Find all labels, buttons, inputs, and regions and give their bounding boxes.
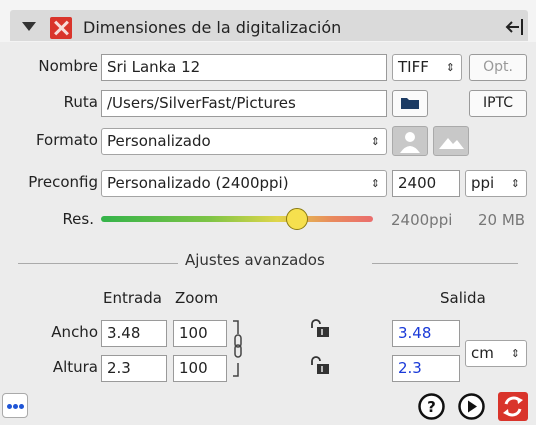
disclosure-triangle-icon[interactable] (22, 22, 36, 31)
formato-select[interactable]: Personalizado ⇕ (101, 128, 387, 155)
output-unit-value: cm (471, 344, 494, 362)
altura-salida-input[interactable]: 2.3 (392, 355, 460, 382)
preconfig-value: Personalizado (2400ppi) (107, 174, 289, 192)
preconfig-select[interactable]: Personalizado (2400ppi) ⇕ (101, 170, 387, 197)
person-icon (400, 132, 420, 153)
options-button[interactable]: Opt. (469, 54, 527, 81)
resolution-input[interactable]: 2400 (392, 170, 460, 197)
updown-arrows-icon: ⇕ (510, 347, 520, 360)
file-size-readout: 20 MB (478, 211, 526, 229)
close-panel-icon[interactable] (50, 17, 72, 39)
ruta-label: Ruta (63, 93, 98, 111)
ancho-zoom-input[interactable]: 100 (173, 320, 227, 347)
resolution-slider-knob[interactable] (285, 208, 308, 230)
svg-text:?: ? (427, 398, 436, 416)
formato-label: Formato (35, 131, 98, 149)
dot-icon (19, 404, 24, 409)
resolution-readout: 2400ppi (391, 211, 453, 229)
file-format-value: TIFF (398, 58, 429, 76)
resolution-slider-track[interactable] (101, 216, 373, 222)
advanced-settings-label[interactable]: Ajustes avanzados (185, 251, 325, 269)
more-options-button[interactable] (2, 393, 28, 418)
panel-title: Dimensiones de la digitalización (83, 18, 342, 37)
browse-folder-button[interactable] (392, 90, 428, 117)
altura-label: Altura (52, 358, 98, 376)
help-icon[interactable]: ? (418, 393, 445, 420)
nombre-input[interactable]: Sri Lanka 12 (101, 54, 387, 81)
nombre-label: Nombre (38, 57, 98, 75)
reset-icon[interactable] (498, 392, 528, 421)
formato-value: Personalizado (107, 132, 211, 150)
ancho-entrada-input[interactable]: 3.48 (101, 320, 167, 347)
res-label: Res. (62, 210, 94, 228)
chain-link-icon[interactable] (231, 318, 247, 380)
divider-left (18, 263, 178, 264)
unlocked-padlock-icon[interactable] (309, 356, 331, 376)
updown-arrows-icon: ⇕ (370, 177, 380, 190)
zoom-header: Zoom (175, 289, 219, 307)
resolution-unit-value: ppi (471, 174, 495, 192)
altura-zoom-input[interactable]: 100 (173, 355, 227, 382)
iptc-button[interactable]: IPTC (469, 90, 527, 117)
ruta-input[interactable]: /Users/SilverFast/Pictures (101, 90, 387, 117)
dot-icon (7, 404, 12, 409)
updown-arrows-icon: ⇕ (510, 177, 520, 190)
dot-icon (13, 404, 18, 409)
output-unit-select[interactable]: cm ⇕ (465, 340, 527, 367)
entrada-header: Entrada (103, 289, 162, 307)
preconfig-label: Preconfig (28, 173, 98, 191)
ancho-label: Ancho (51, 323, 98, 341)
resolution-unit-select[interactable]: ppi ⇕ (465, 170, 527, 197)
play-icon[interactable] (458, 393, 485, 420)
folder-icon (401, 98, 419, 109)
altura-entrada-input[interactable]: 2.3 (101, 355, 167, 382)
collapse-arrow-icon[interactable] (504, 17, 526, 37)
ancho-salida-input[interactable]: 3.48 (392, 320, 460, 347)
divider-right (372, 263, 518, 264)
unlocked-padlock-icon[interactable] (309, 319, 331, 339)
salida-header: Salida (440, 289, 486, 307)
landscape-preset-button[interactable] (433, 126, 469, 156)
mountain-icon (439, 138, 464, 149)
file-format-select[interactable]: TIFF ⇕ (392, 54, 462, 81)
updown-arrows-icon: ⇕ (445, 61, 455, 74)
person-preset-button[interactable] (392, 126, 428, 156)
updown-arrows-icon: ⇕ (370, 135, 380, 148)
